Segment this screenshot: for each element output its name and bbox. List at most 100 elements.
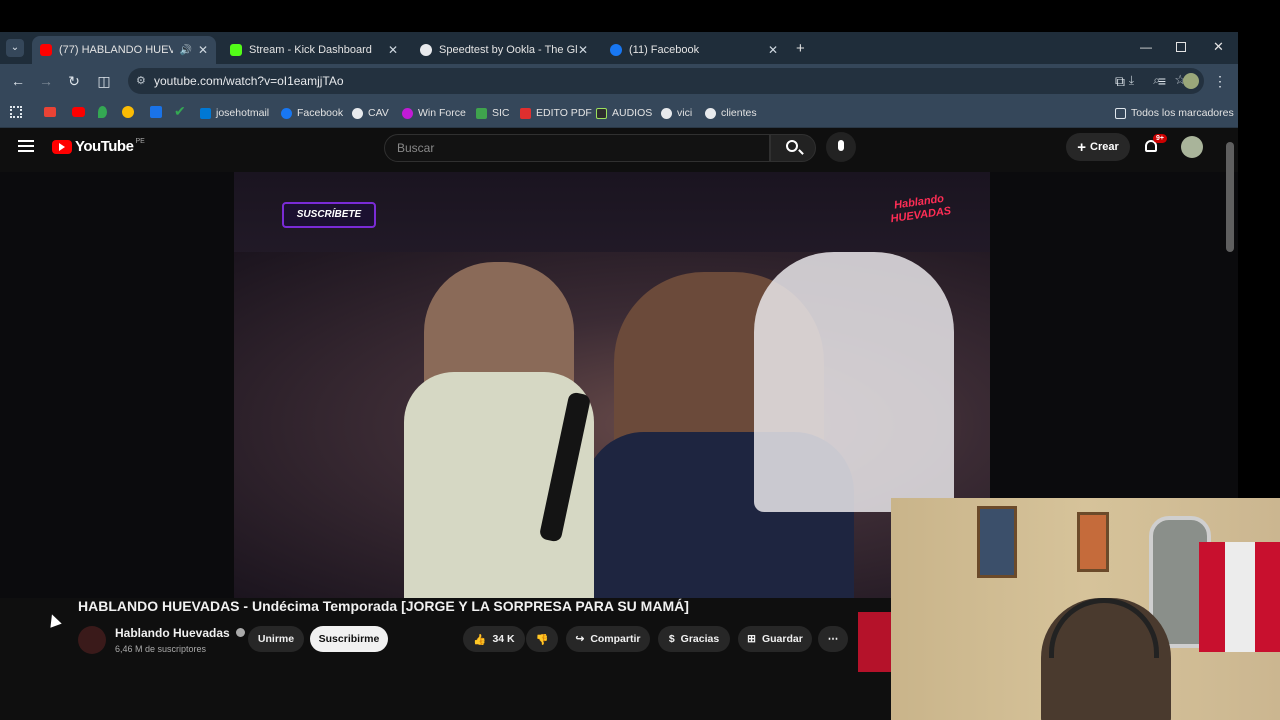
share-icon: ↪ bbox=[575, 633, 585, 645]
facebook-favicon-icon bbox=[610, 44, 622, 56]
youtube-play-icon bbox=[52, 139, 72, 154]
youtube-header: YouTube PE Buscar + Crear 9+ bbox=[0, 128, 1238, 172]
address-bar-row: ← → ↻ ◫ ⚙ youtube.com/watch?v=oI1eamjjTA… bbox=[0, 64, 1238, 98]
wall-painting bbox=[977, 506, 1017, 578]
youtube-wordmark: YouTube bbox=[75, 138, 134, 155]
bookmark-josehotmail[interactable]: josehotmail bbox=[200, 105, 269, 121]
reload-button[interactable]: ↻ bbox=[66, 73, 82, 89]
speaker-icon: 🔊 bbox=[179, 44, 192, 56]
back-button[interactable]: ← bbox=[10, 73, 26, 89]
forward-button[interactable]: → bbox=[38, 73, 54, 89]
save-button[interactable]: ⊞ Guardar bbox=[738, 626, 812, 652]
channel-watermark-logo: Hablando HUEVADAS bbox=[889, 192, 952, 226]
like-button[interactable]: 👍 34 K bbox=[463, 626, 525, 652]
join-button[interactable]: Unirme bbox=[248, 626, 304, 652]
flag-right-band bbox=[1255, 542, 1280, 652]
tab-speedtest[interactable]: Speedtest by Ookla - The Global ✕ bbox=[412, 36, 596, 64]
kick-favicon-icon bbox=[230, 44, 242, 56]
apps-grid-icon[interactable] bbox=[10, 106, 22, 118]
photos-icon[interactable] bbox=[122, 106, 134, 118]
woman-figure bbox=[754, 252, 954, 512]
media-controls-icon[interactable]: ≡ bbox=[1154, 73, 1170, 89]
thumbs-up-icon: 👍 bbox=[473, 633, 487, 646]
bookmark-edito-pdf[interactable]: EDITO PDF bbox=[520, 105, 592, 121]
share-label: Compartir bbox=[590, 633, 641, 645]
bookmark-clientes[interactable]: clientes bbox=[705, 105, 757, 121]
tab-search-button[interactable]: ⌄ bbox=[6, 39, 24, 57]
bookmark-vici[interactable]: vici bbox=[661, 105, 692, 121]
url-input[interactable]: ⚙ youtube.com/watch?v=oI1eamjjTAo ⤓ ⌕ ☆ bbox=[128, 68, 1204, 94]
bookmark-sic[interactable]: SIC bbox=[476, 105, 510, 121]
scrollbar[interactable] bbox=[1226, 142, 1234, 252]
channel-avatar[interactable] bbox=[78, 626, 106, 654]
bookmark-cav[interactable]: CAV bbox=[352, 105, 389, 121]
maximize-button[interactable] bbox=[1176, 42, 1186, 52]
profile-avatar[interactable] bbox=[1183, 73, 1199, 89]
related-thumbnail[interactable] bbox=[858, 612, 892, 672]
video-frame[interactable]: SUSCRÍBETE Hablando HUEVADAS bbox=[234, 172, 990, 598]
notifications-button[interactable]: 9+ bbox=[1143, 134, 1167, 156]
account-avatar[interactable] bbox=[1181, 136, 1203, 158]
close-icon[interactable]: ✕ bbox=[578, 43, 588, 57]
channel-name[interactable]: Hablando Huevadas bbox=[115, 626, 246, 640]
wall-painting bbox=[1077, 512, 1109, 572]
subscribe-button[interactable]: Suscribirme bbox=[310, 626, 388, 652]
thanks-icon: $ bbox=[668, 633, 675, 645]
url-text: youtube.com/watch?v=oI1eamjjTAo bbox=[154, 74, 344, 88]
minimize-button[interactable]: — bbox=[1140, 40, 1152, 54]
more-actions-button[interactable]: ⋯ bbox=[818, 626, 848, 652]
site-info-icon[interactable]: ⚙ bbox=[136, 74, 146, 87]
notifications-badge: 9+ bbox=[1153, 134, 1167, 143]
pdf-icon bbox=[520, 107, 531, 119]
share-button[interactable]: ↪ Compartir bbox=[566, 626, 650, 652]
bookmark-label: josehotmail bbox=[216, 107, 270, 119]
bookmark-label: EDITO PDF bbox=[536, 107, 592, 119]
split-view-icon[interactable]: ◫ bbox=[96, 73, 112, 89]
drive-icon[interactable] bbox=[150, 106, 162, 118]
globe-icon bbox=[705, 107, 716, 119]
plus-icon: + bbox=[1077, 138, 1086, 156]
close-icon[interactable]: ✕ bbox=[388, 43, 398, 57]
gmail-icon[interactable] bbox=[44, 107, 56, 117]
bookmark-audios[interactable]: AUDIOS bbox=[596, 105, 652, 121]
create-label: Crear bbox=[1090, 141, 1119, 153]
bookmark-label: AUDIOS bbox=[612, 107, 653, 119]
search-input[interactable]: Buscar bbox=[384, 134, 770, 162]
search-button[interactable] bbox=[770, 134, 816, 162]
all-bookmarks-folder[interactable]: Todos los marcadores bbox=[1115, 105, 1234, 121]
flag-left-band bbox=[1199, 542, 1225, 652]
maps-icon[interactable] bbox=[98, 106, 107, 118]
tab-youtube[interactable]: (77) HABLANDO HUEVADAS 🔊 ✕ bbox=[32, 36, 216, 64]
flag-center-band bbox=[1225, 542, 1255, 652]
extensions-icon[interactable]: ⧉ bbox=[1112, 73, 1128, 89]
voice-search-button[interactable] bbox=[826, 132, 856, 162]
dislike-button[interactable]: 👎 bbox=[526, 626, 558, 652]
all-bookmarks-label: Todos los marcadores bbox=[1131, 107, 1234, 119]
bookmark-win-force[interactable]: Win Force bbox=[402, 105, 466, 121]
search-icon bbox=[786, 140, 798, 152]
bookmark-label: SIC bbox=[492, 107, 510, 119]
create-button[interactable]: + Crear bbox=[1066, 133, 1130, 161]
folder-icon bbox=[1115, 107, 1126, 119]
menu-kebab-icon[interactable]: ⋮ bbox=[1212, 73, 1228, 89]
close-window-button[interactable]: ✕ bbox=[1213, 39, 1224, 55]
bookmark-label: CAV bbox=[368, 107, 389, 119]
tab-kick[interactable]: Stream - Kick Dashboard ✕ bbox=[222, 36, 406, 64]
sic-icon bbox=[476, 107, 487, 119]
install-icon[interactable]: ⤓ bbox=[1129, 73, 1134, 88]
new-tab-button[interactable]: + bbox=[796, 40, 805, 57]
close-icon[interactable]: ✕ bbox=[198, 43, 208, 57]
tab-facebook[interactable]: (11) Facebook ✕ bbox=[602, 36, 786, 64]
tab-label: Speedtest by Ookla - The Global bbox=[439, 44, 578, 56]
youtube-logo[interactable]: YouTube PE bbox=[52, 138, 145, 155]
youtube-bookmark-icon[interactable] bbox=[72, 107, 85, 117]
channel-row: Hablando Huevadas 6,46 M de suscriptores… bbox=[78, 622, 858, 662]
bookmark-facebook[interactable]: Facebook bbox=[281, 105, 343, 121]
bookmark-label: vici bbox=[677, 107, 693, 119]
check-icon[interactable]: ✔ bbox=[174, 103, 186, 120]
close-icon[interactable]: ✕ bbox=[768, 43, 778, 57]
tab-label: (11) Facebook bbox=[629, 44, 700, 56]
thanks-button[interactable]: $ Gracias bbox=[658, 626, 730, 652]
hamburger-menu-icon[interactable] bbox=[18, 140, 34, 152]
like-count: 34 K bbox=[492, 633, 515, 645]
